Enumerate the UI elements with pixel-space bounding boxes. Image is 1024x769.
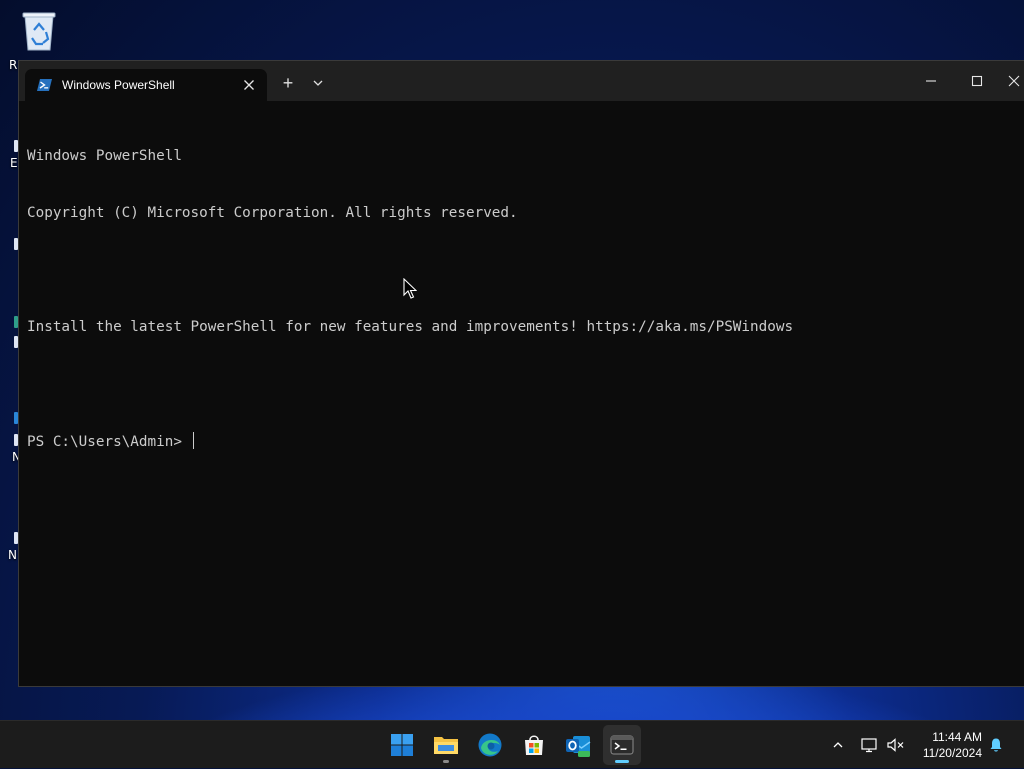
tab-close-button[interactable] (239, 75, 259, 95)
tab-dropdown-button[interactable] (304, 71, 332, 95)
taskbar-microsoft-store[interactable] (515, 725, 553, 765)
plus-icon: + (282, 72, 294, 93)
maximize-icon (971, 75, 983, 87)
text-cursor (192, 432, 194, 449)
volume-button[interactable] (886, 721, 906, 769)
active-indicator (615, 760, 629, 763)
close-icon (1008, 75, 1020, 87)
title-bar[interactable]: Windows PowerShell + (19, 61, 1024, 101)
show-hidden-icons-button[interactable] (828, 721, 848, 769)
taskbar-file-explorer[interactable] (427, 725, 465, 765)
console-line: Windows PowerShell (27, 148, 182, 164)
tab-title: Windows PowerShell (62, 78, 175, 92)
terminal-icon (610, 735, 634, 755)
chevron-up-icon (833, 742, 843, 748)
network-icon (861, 738, 877, 753)
edge-browser-icon (478, 733, 502, 757)
bell-icon (990, 738, 1002, 752)
console-output[interactable]: Windows PowerShell Copyright (C) Microso… (27, 109, 1024, 489)
notifications-button[interactable] (986, 721, 1006, 769)
taskbar-edge[interactable] (471, 725, 509, 765)
clock-date: 11/20/2024 (922, 746, 982, 760)
desktop-icon-label: R (9, 58, 18, 72)
taskbar: 11:44 AM 11/20/2024 (0, 720, 1024, 768)
volume-muted-icon (887, 738, 904, 752)
minimize-button[interactable] (908, 61, 954, 101)
recycle-bin-icon (22, 12, 56, 51)
folder-icon (434, 737, 458, 754)
minimize-icon (926, 80, 936, 82)
tab-windows-powershell[interactable]: Windows PowerShell (25, 69, 267, 101)
close-window-button[interactable] (1000, 61, 1024, 101)
network-status-button[interactable] (860, 721, 880, 769)
new-tab-button[interactable]: + (274, 71, 302, 95)
console-line: Install the latest PowerShell for new fe… (27, 319, 794, 335)
prompt-line[interactable]: PS C:\Users\Admin> (27, 432, 1024, 451)
running-indicator (443, 760, 449, 763)
desktop-icon-label: E (10, 156, 18, 170)
chevron-down-icon (313, 80, 323, 86)
powershell-icon (37, 79, 52, 91)
taskbar-terminal[interactable] (603, 725, 641, 765)
desktop-icon-label: N (8, 548, 17, 562)
taskbar-outlook-new[interactable] (559, 725, 597, 765)
windows-logo-icon (391, 734, 413, 756)
terminal-window[interactable]: Windows PowerShell + Windows PowerShell … (18, 60, 1024, 687)
maximize-button[interactable] (954, 61, 1000, 101)
outlook-icon (566, 736, 591, 757)
mouse-pointer-icon (403, 278, 417, 299)
prompt-text: PS C:\Users\Admin> (27, 434, 191, 450)
close-icon (244, 80, 254, 90)
taskbar-clock[interactable]: 11:44 AM 11/20/2024 (923, 729, 982, 761)
clock-time: 11:44 AM (932, 730, 982, 744)
store-icon (525, 735, 543, 755)
start-button[interactable] (383, 725, 421, 765)
console-line: Copyright (C) Microsoft Corporation. All… (27, 205, 518, 221)
